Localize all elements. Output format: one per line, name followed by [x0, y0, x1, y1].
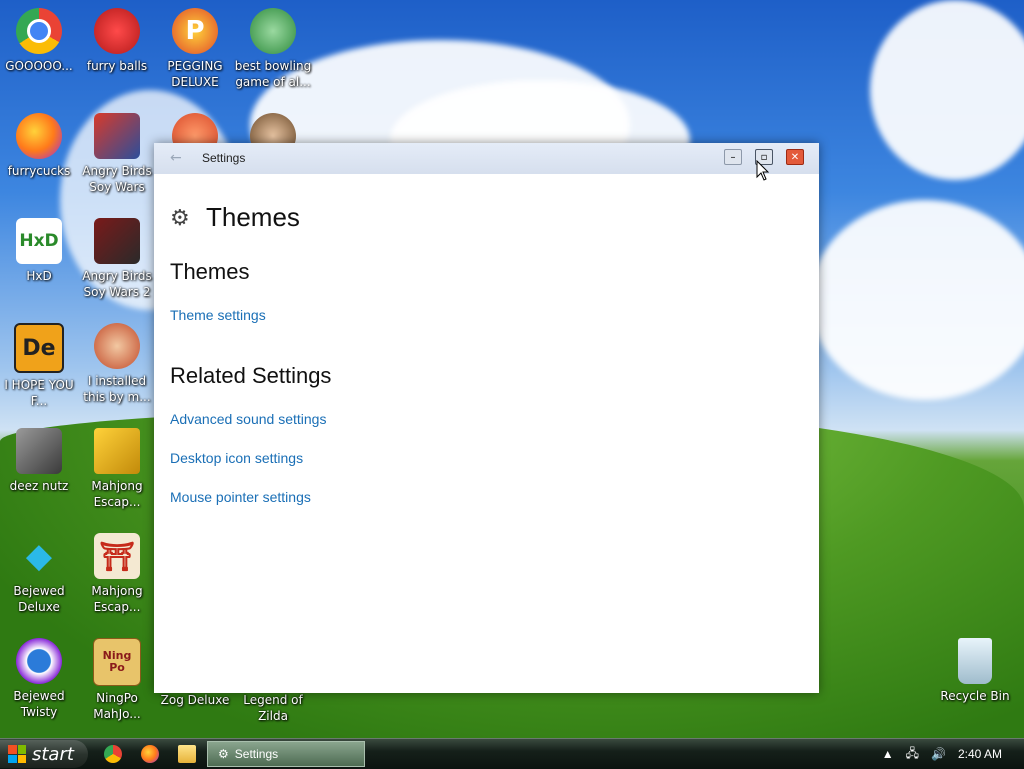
network-icon[interactable]: 🖧 — [906, 744, 919, 765]
back-arrow-icon[interactable]: ← — [170, 150, 182, 166]
taskbar-item-settings[interactable]: ⚙ Settings — [207, 741, 365, 767]
desktop-icon-deez-nutz[interactable]: deez nutz — [0, 428, 78, 494]
pegging-icon: P — [172, 8, 218, 54]
desktop-icon-recycle-bin[interactable]: Recycle Bin — [936, 638, 1014, 704]
clock[interactable]: 2:40 AM — [958, 747, 1002, 761]
link-desktop-icon-settings[interactable]: Desktop icon settings — [170, 450, 803, 466]
folder-taskbar-icon[interactable] — [178, 745, 196, 763]
desktop-icon-chrome[interactable]: GOOOOO... — [0, 8, 78, 74]
firefox-icon — [16, 113, 62, 159]
link-theme-settings[interactable]: Theme settings — [170, 307, 803, 323]
windows-flag-icon — [8, 745, 26, 763]
minimize-icon: – — [730, 151, 736, 163]
desktop-label-legend-of-zilda[interactable]: Legend of Zilda — [234, 688, 312, 724]
section-heading-themes: Themes — [170, 259, 250, 284]
window-titlebar[interactable]: ← Settings – ▫ ✕ — [154, 143, 819, 174]
stacked-windows-icon — [16, 428, 62, 474]
volume-icon[interactable]: 🔊 — [931, 747, 946, 761]
page-title: Themes — [206, 202, 300, 232]
mahjong-tile-icon — [94, 428, 140, 474]
desktop-icon-bejewed-deluxe[interactable]: ◆ Bejewed Deluxe — [0, 533, 78, 615]
desktop-icon-bowling[interactable]: best bowling game of al... — [234, 8, 312, 90]
desktop-icon-pegging-deluxe[interactable]: P PEGGING DELUXE — [156, 8, 234, 90]
page-header: ⚙ Themes — [170, 202, 803, 233]
gem-ring-icon — [16, 638, 62, 684]
firefox-taskbar-icon[interactable] — [141, 745, 159, 763]
window-title: Settings — [202, 151, 246, 165]
angry-birds-2-icon — [94, 218, 140, 264]
ningpo-tile-icon: Ning Po — [93, 638, 141, 686]
furry-ball-icon — [94, 8, 140, 54]
hxd-icon: HxD — [16, 218, 62, 264]
bowling-icon — [250, 8, 296, 54]
desktop-icon-furrycucks[interactable]: furrycucks — [0, 113, 78, 179]
section-heading-related-settings: Related Settings — [170, 363, 332, 388]
taskbar: start ⚙ Settings ▲ 🖧 🔊 2:40 AM — [0, 738, 1024, 769]
desktop-icon-mahjong-2[interactable]: ⛩ Mahjong Escap... — [78, 533, 156, 615]
torii-gate-icon: ⛩ — [94, 533, 140, 579]
close-icon: ✕ — [790, 151, 800, 163]
desktop-icon-bejewed-twisty[interactable]: Bejewed Twisty — [0, 638, 78, 720]
recycle-bin-icon — [958, 638, 992, 684]
close-button[interactable]: ✕ — [786, 149, 804, 165]
gear-icon: ⚙ — [170, 204, 190, 230]
settings-window: ← Settings – ▫ ✕ ⚙ Themes Themes Theme s… — [154, 143, 819, 693]
settings-content: ⚙ Themes Themes Theme settings Related S… — [154, 202, 819, 505]
settings-gear-icon: ⚙ — [218, 747, 229, 761]
start-label: start — [32, 743, 74, 765]
system-tray: ▲ 🖧 🔊 2:40 AM — [882, 739, 1024, 769]
character-icon — [94, 323, 140, 369]
desktop-icon-angry-birds[interactable]: Angry Birds Soy Wars — [78, 113, 156, 195]
tray-expand-icon[interactable]: ▲ — [882, 747, 894, 761]
taskbar-item-label: Settings — [234, 747, 279, 761]
de-icon: De — [14, 323, 64, 373]
mouse-cursor-icon — [756, 160, 770, 181]
desktop-icon-angry-birds-2[interactable]: Angry Birds Soy Wars 2 — [78, 218, 156, 300]
chrome-taskbar-icon[interactable] — [104, 745, 122, 763]
desktop-icon-hxd[interactable]: HxD HxD — [0, 218, 78, 284]
angry-birds-icon — [94, 113, 140, 159]
desktop-icon-mahjong-1[interactable]: Mahjong Escap... — [78, 428, 156, 510]
link-advanced-sound-settings[interactable]: Advanced sound settings — [170, 411, 803, 427]
link-mouse-pointer-settings[interactable]: Mouse pointer settings — [170, 489, 803, 505]
desktop-icon-furry-balls[interactable]: furry balls — [78, 8, 156, 74]
desktop-icon-ningpo[interactable]: Ning Po NingPo MahJo... — [78, 638, 156, 722]
desktop-icon-installed[interactable]: I installed this by m... — [78, 323, 156, 405]
chrome-icon — [16, 8, 62, 54]
start-button[interactable]: start — [0, 740, 88, 768]
diamond-icon: ◆ — [25, 536, 53, 576]
minimize-button[interactable]: – — [724, 149, 742, 165]
desktop-icon-de[interactable]: De I HOPE YOU F... — [0, 323, 78, 409]
